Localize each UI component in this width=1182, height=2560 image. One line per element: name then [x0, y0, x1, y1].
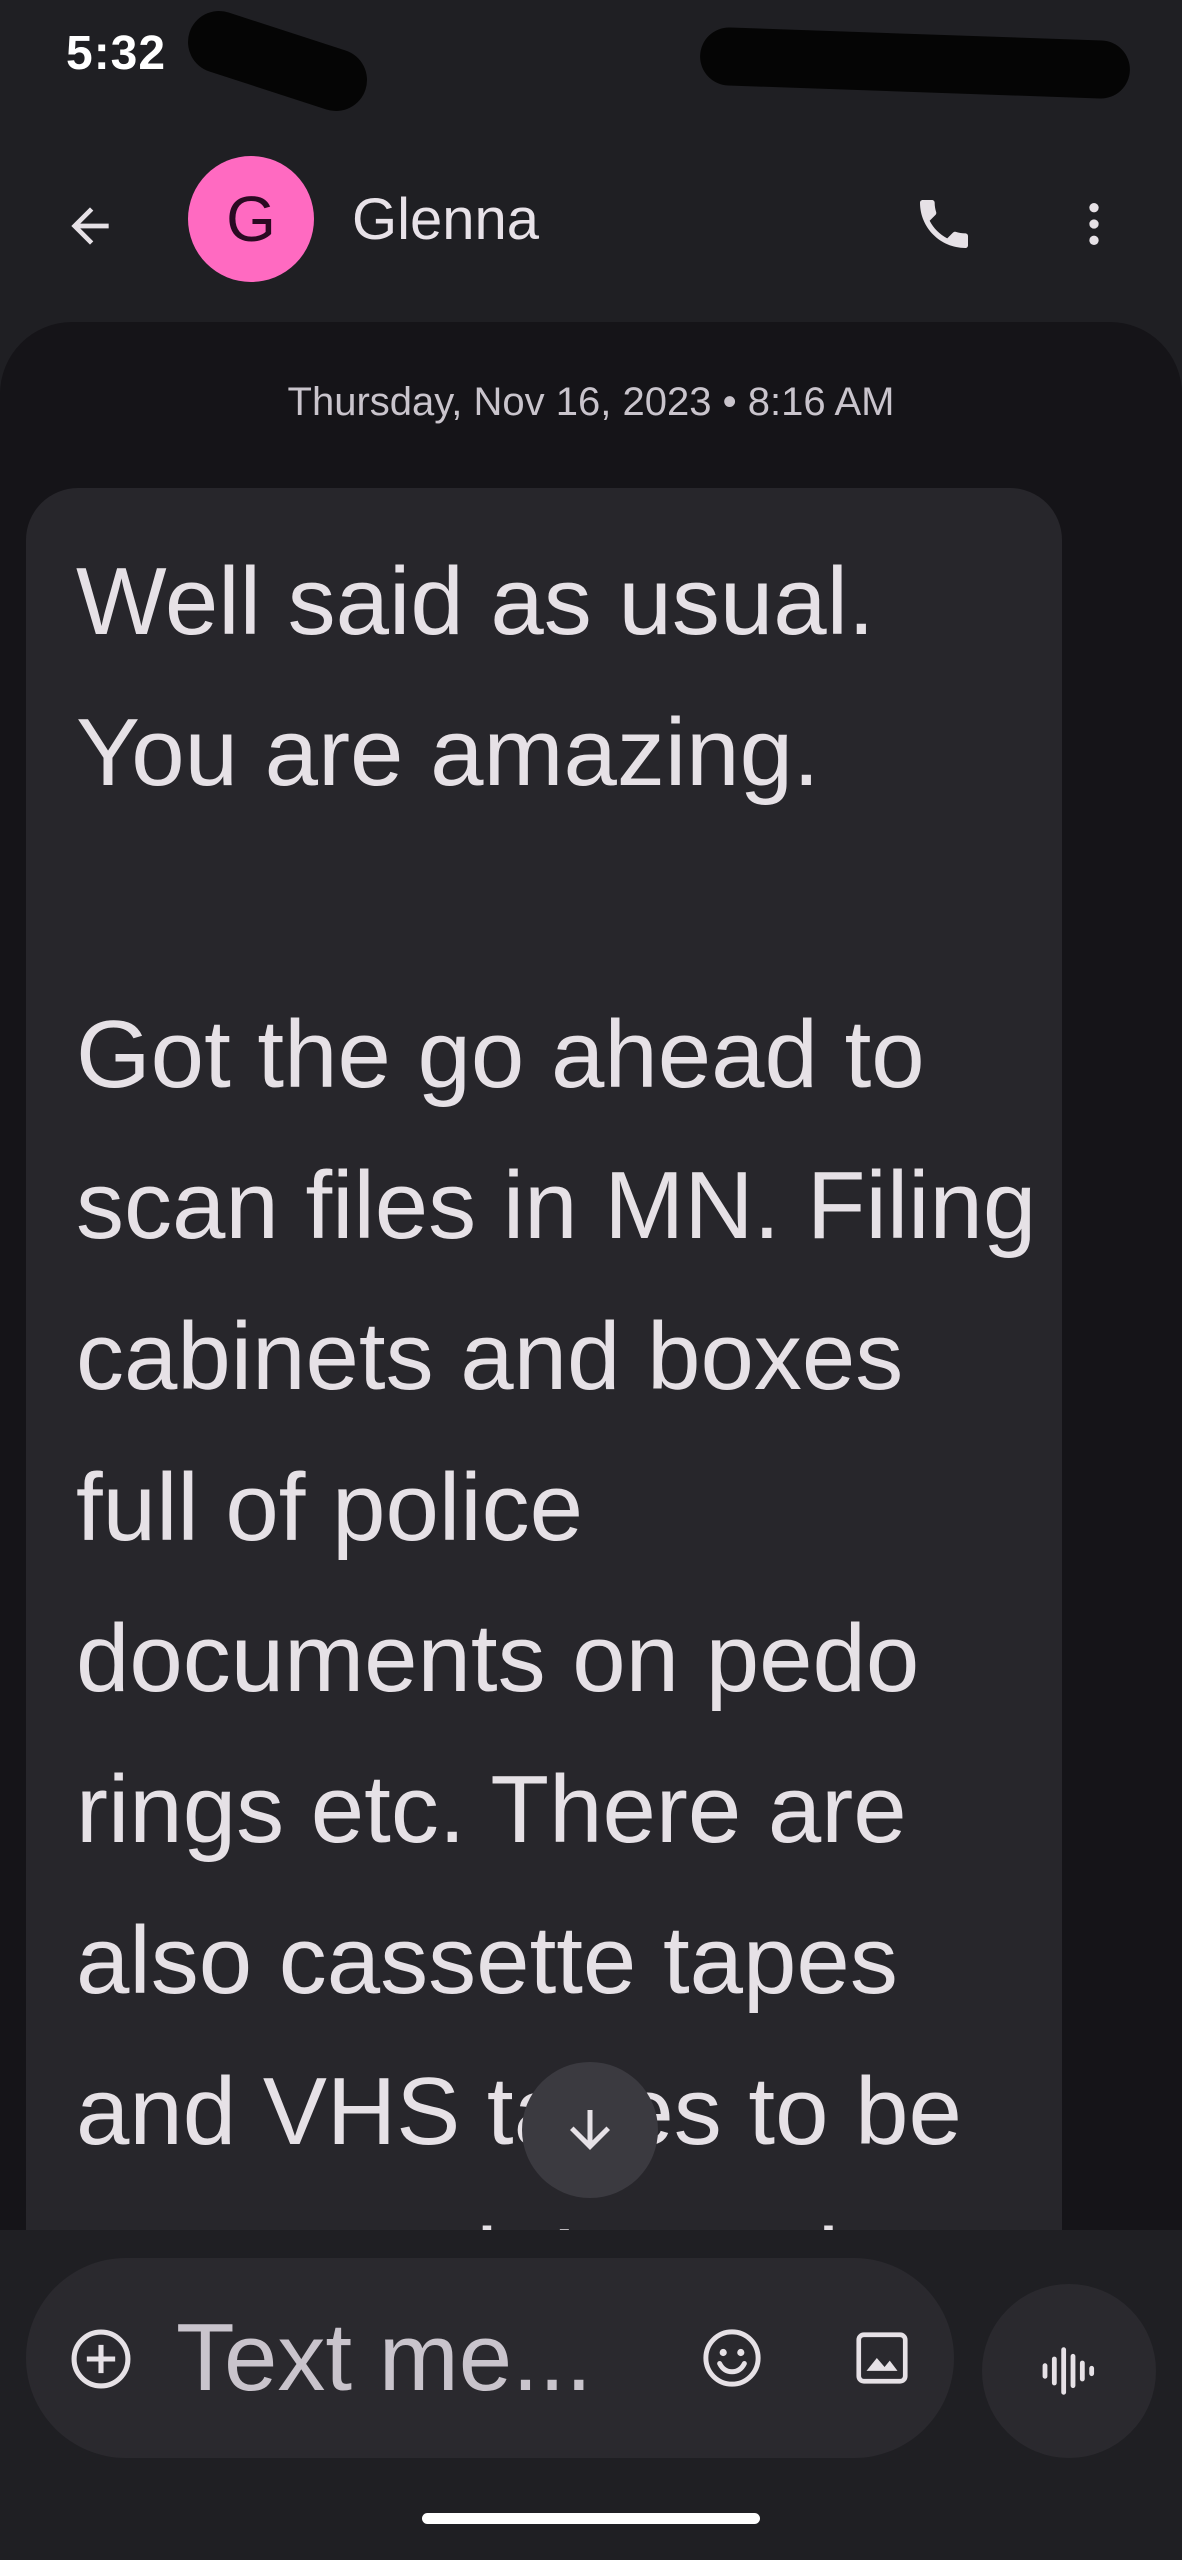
call-button[interactable]	[900, 180, 988, 268]
contact-name[interactable]: Glenna	[352, 186, 539, 253]
compose-bar	[26, 2258, 954, 2458]
status-bar: 5:32	[0, 0, 1182, 120]
back-button[interactable]	[52, 188, 128, 264]
message-timestamp: Thursday, Nov 16, 2023 • 8:16 AM	[287, 380, 895, 424]
more-options-button[interactable]	[1056, 180, 1132, 268]
add-circle-icon	[71, 2329, 131, 2389]
arrow-down-icon	[570, 2110, 610, 2150]
voice-waveform-icon	[1042, 2347, 1095, 2395]
arrow-back-icon	[71, 207, 109, 245]
redaction-mark	[179, 2, 376, 120]
message-bubble[interactable]: Well said as usual. You are amazing. Got…	[26, 488, 1062, 2230]
message-text: Well said as usual. You are amazing. Got…	[76, 548, 1037, 2230]
redaction-mark	[699, 26, 1131, 100]
phone-icon	[920, 200, 968, 248]
emoji-button[interactable]	[692, 2318, 772, 2398]
scroll-to-bottom-button[interactable]	[522, 2062, 658, 2198]
gallery-button[interactable]	[842, 2318, 922, 2398]
image-icon	[856, 2332, 908, 2384]
add-attachment-button[interactable]	[62, 2320, 140, 2398]
conversation-panel[interactable]: Thursday, Nov 16, 2023 • 8:16 AM Well sa…	[0, 322, 1182, 2230]
app-bar: G Glenna	[0, 150, 1182, 290]
avatar-letter: G	[226, 183, 276, 255]
message-input[interactable]	[176, 2298, 696, 2418]
home-indicator[interactable]	[422, 2513, 760, 2524]
voice-message-button[interactable]	[982, 2284, 1156, 2458]
emoji-icon	[703, 2329, 761, 2387]
more-vert-icon	[1089, 203, 1099, 245]
status-time: 5:32	[66, 27, 167, 80]
avatar[interactable]: G	[188, 156, 314, 282]
